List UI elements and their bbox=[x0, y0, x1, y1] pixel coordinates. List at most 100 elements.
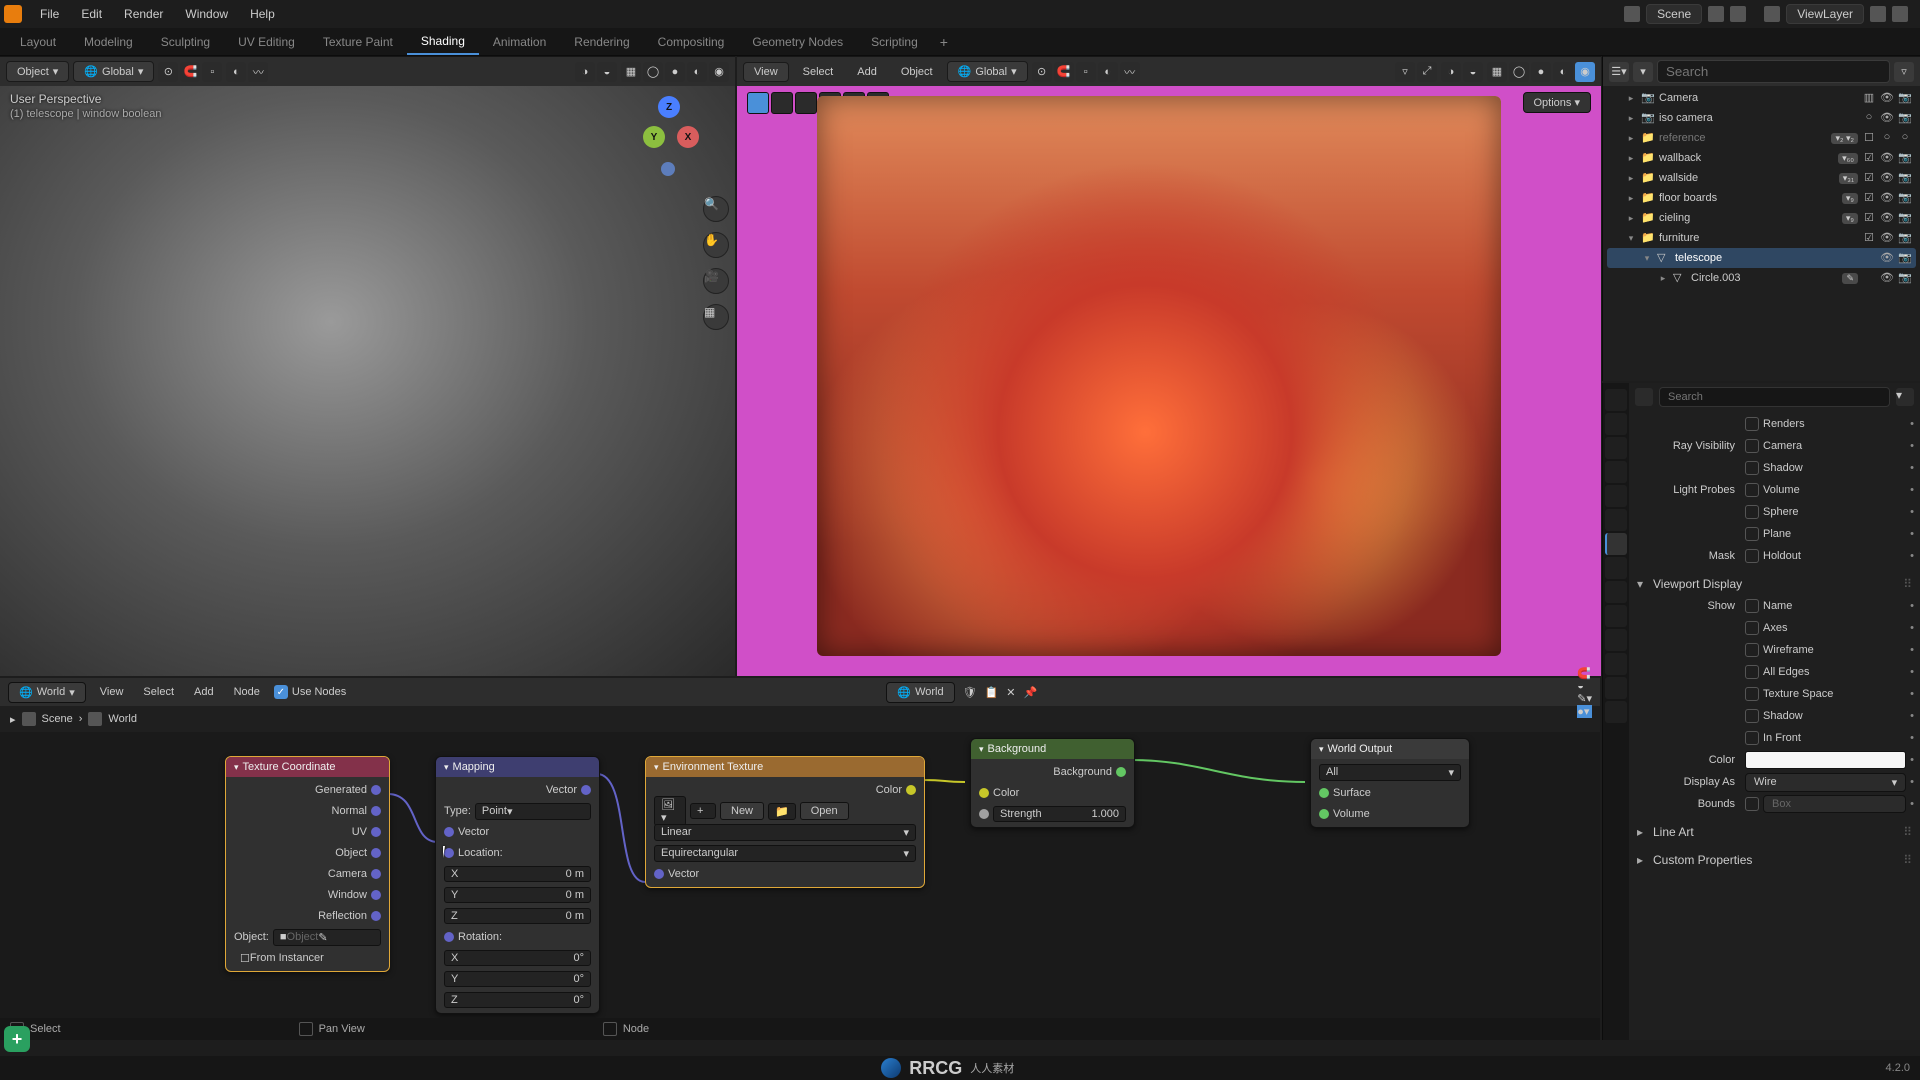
outliner-toggle-2[interactable]: 📷 bbox=[1898, 271, 1912, 285]
viewlayer-new-icon[interactable] bbox=[1870, 6, 1886, 22]
vpr-snap-icon[interactable]: 🧲 bbox=[1054, 62, 1074, 82]
outliner-toggle-2[interactable]: 📷 bbox=[1898, 251, 1912, 265]
ne-pin-icon[interactable]: 📌 bbox=[1023, 686, 1037, 699]
keyframe-dot-icon[interactable]: • bbox=[1910, 462, 1914, 474]
node-background[interactable]: ▾Background Background Color Strength1.0… bbox=[970, 738, 1135, 828]
keyframe-dot-icon[interactable]: • bbox=[1910, 754, 1914, 766]
mode-dropdown[interactable]: Object ▾ bbox=[6, 61, 69, 82]
axis-x-icon[interactable]: X bbox=[677, 126, 699, 148]
expand-icon[interactable]: ▸ bbox=[1625, 92, 1637, 104]
pivot-icon[interactable]: ⊙ bbox=[158, 62, 178, 82]
tab-shading[interactable]: Shading bbox=[407, 29, 479, 55]
prop-checkbox[interactable] bbox=[1745, 797, 1759, 811]
outliner-toggle-0[interactable]: ☑ bbox=[1862, 171, 1876, 185]
outliner-toggle-0[interactable]: ☑ bbox=[1862, 231, 1876, 245]
nav-gizmo[interactable]: Z Y X bbox=[633, 96, 705, 168]
keyframe-dot-icon[interactable]: • bbox=[1910, 418, 1914, 430]
ne-new-icon[interactable]: 📋 bbox=[985, 686, 999, 699]
vpr-rendered-icon[interactable]: ◉ bbox=[1575, 62, 1595, 82]
prop-checkbox[interactable] bbox=[1745, 643, 1759, 657]
gizmo-toggle-icon[interactable]: ◑ bbox=[575, 62, 595, 82]
env-image-dropdown[interactable]: 🖼▾ bbox=[654, 796, 686, 826]
prop-checkbox[interactable] bbox=[1745, 665, 1759, 679]
keyframe-dot-icon[interactable]: • bbox=[1910, 710, 1914, 722]
keyframe-dot-icon[interactable]: • bbox=[1910, 798, 1914, 810]
propedit-icon[interactable]: ◐ bbox=[226, 62, 246, 82]
props-search-input[interactable] bbox=[1659, 387, 1890, 407]
prop-checkbox[interactable] bbox=[1745, 621, 1759, 635]
socket-camera[interactable] bbox=[371, 869, 381, 879]
prop-checkbox[interactable] bbox=[1745, 549, 1759, 563]
viewlayer-name-field[interactable]: ViewLayer bbox=[1786, 4, 1864, 24]
map-rot-z[interactable]: Z0° bbox=[444, 992, 591, 1008]
map-rot-x[interactable]: X0° bbox=[444, 950, 591, 966]
node-mapping[interactable]: ▾Mapping Vector Type:Point ▾ Vector Loca… bbox=[435, 756, 600, 1014]
socket-wo-surface[interactable] bbox=[1319, 788, 1329, 798]
vpr-local-icon[interactable]: ⤢ bbox=[1417, 62, 1437, 82]
props-options-icon[interactable]: ▾ bbox=[1896, 388, 1914, 406]
outliner-toggle-1[interactable]: 👁 bbox=[1880, 111, 1894, 125]
outliner-row-Camera[interactable]: ▸📷Camera▥👁📷 bbox=[1607, 88, 1916, 108]
outliner-toggle-1[interactable]: 👁 bbox=[1880, 211, 1894, 225]
outliner-filter-icon[interactable]: ▿ bbox=[1894, 62, 1914, 82]
socket-normal[interactable] bbox=[371, 806, 381, 816]
ptab-scene-icon[interactable] bbox=[1605, 461, 1627, 483]
menu-edit[interactable]: Edit bbox=[71, 3, 112, 25]
vp-right-orient[interactable]: 🌐 Global ▾ bbox=[947, 61, 1028, 82]
ne-type-dropdown[interactable]: 🌐 World ▾ bbox=[8, 682, 86, 703]
keyframe-dot-icon[interactable]: • bbox=[1910, 440, 1914, 452]
vp-right-menu-view[interactable]: View bbox=[743, 62, 789, 82]
expand-icon[interactable]: ▸ bbox=[1625, 112, 1637, 124]
vp-right-menu-add[interactable]: Add bbox=[847, 63, 887, 81]
addon-badge-icon[interactable]: + bbox=[4, 1026, 30, 1052]
outliner-toggle-0[interactable] bbox=[1862, 271, 1876, 285]
keyframe-dot-icon[interactable]: • bbox=[1910, 644, 1914, 656]
ptab-constraints-icon[interactable] bbox=[1605, 629, 1627, 651]
shading-solid-icon[interactable]: ● bbox=[665, 62, 685, 82]
socket-map-vector-out[interactable] bbox=[581, 785, 591, 795]
scene-del-icon[interactable] bbox=[1730, 6, 1746, 22]
viewport-options-button[interactable]: Options ▾ bbox=[1523, 92, 1592, 113]
section-viewport-display[interactable]: ▾Viewport Display⠿ bbox=[1635, 573, 1914, 595]
keyframe-dot-icon[interactable]: • bbox=[1910, 666, 1914, 678]
outliner-toggle-0[interactable]: ☑ bbox=[1862, 211, 1876, 225]
ptab-render-icon[interactable] bbox=[1605, 389, 1627, 411]
socket-uv[interactable] bbox=[371, 827, 381, 837]
vpr-matprev-icon[interactable]: ◐ bbox=[1553, 62, 1573, 82]
prop-checkbox[interactable] bbox=[1745, 483, 1759, 497]
socket-reflection[interactable] bbox=[371, 911, 381, 921]
viewlayer-del-icon[interactable] bbox=[1892, 6, 1908, 22]
color-swatch[interactable] bbox=[1745, 751, 1906, 769]
pan-icon[interactable]: ✋ bbox=[703, 232, 729, 258]
expand-icon[interactable]: ▸ bbox=[1657, 272, 1669, 284]
env-open-icon[interactable]: 📁 bbox=[768, 803, 796, 820]
prop-select[interactable]: Box bbox=[1763, 795, 1906, 813]
select-tool-circ-icon[interactable] bbox=[795, 92, 817, 114]
tab-modeling[interactable]: Modeling bbox=[70, 30, 147, 54]
prop-checkbox[interactable] bbox=[1745, 599, 1759, 613]
vpr-solid-icon[interactable]: ● bbox=[1531, 62, 1551, 82]
vpr-snap-target-icon[interactable]: ▫ bbox=[1076, 62, 1096, 82]
ptab-particles-icon[interactable] bbox=[1605, 581, 1627, 603]
prop-checkbox[interactable] bbox=[1745, 461, 1759, 475]
outliner-toggle-1[interactable]: 👁 bbox=[1880, 191, 1894, 205]
outliner-toggle-2[interactable]: 📷 bbox=[1898, 111, 1912, 125]
outliner-search-input[interactable] bbox=[1657, 60, 1890, 83]
select-tool-tweak-icon[interactable] bbox=[771, 92, 793, 114]
menu-file[interactable]: File bbox=[30, 3, 69, 25]
expand-icon[interactable]: ▸ bbox=[1625, 172, 1637, 184]
ne-brush-icon[interactable]: ✎▾ bbox=[1577, 692, 1592, 705]
outliner-toggle-0[interactable]: ☑ bbox=[1862, 191, 1876, 205]
keyframe-dot-icon[interactable]: • bbox=[1910, 732, 1914, 744]
xray-icon[interactable]: ▦ bbox=[621, 62, 641, 82]
bg-strength-field[interactable]: Strength1.000 bbox=[993, 806, 1126, 822]
axis-y-icon[interactable]: Y bbox=[643, 126, 665, 148]
env-proj-dropdown[interactable]: Equirectangular▾ bbox=[654, 845, 916, 862]
texcoord-object-field[interactable]: ■ Object ✎ bbox=[273, 929, 381, 946]
socket-object[interactable] bbox=[371, 848, 381, 858]
socket-bg-strength[interactable] bbox=[979, 809, 989, 819]
expand-icon[interactable]: ▸ bbox=[1625, 152, 1637, 164]
prop-checkbox[interactable] bbox=[1745, 731, 1759, 745]
outliner-toggle-2[interactable]: 📷 bbox=[1898, 91, 1912, 105]
workspace-add-button[interactable]: + bbox=[932, 30, 956, 54]
